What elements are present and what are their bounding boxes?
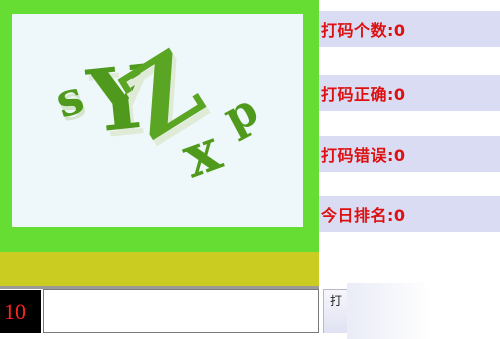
captcha-frame: s s Y Y Z Z x p — [0, 0, 319, 252]
stats-panel: 打码个数:0 打码正确:0 打码错误:0 今日排名:0 — [319, 0, 500, 286]
captcha-image: s s Y Y Z Z x p — [12, 14, 303, 227]
countdown-counter: 10 — [0, 290, 41, 333]
stat-typed-count: 打码个数:0 — [319, 11, 500, 47]
stat-today-rank: 今日排名:0 — [319, 196, 500, 232]
background-haze — [347, 283, 500, 339]
stat-wrong-count: 打码错误:0 — [319, 136, 500, 172]
captcha-char-5: p — [215, 84, 266, 143]
captcha-input[interactable] — [43, 289, 319, 333]
submit-button[interactable]: 打 — [323, 289, 347, 333]
status-bar — [0, 252, 319, 286]
captcha-char-1: s — [49, 69, 90, 128]
stat-correct-count: 打码正确:0 — [319, 75, 500, 111]
